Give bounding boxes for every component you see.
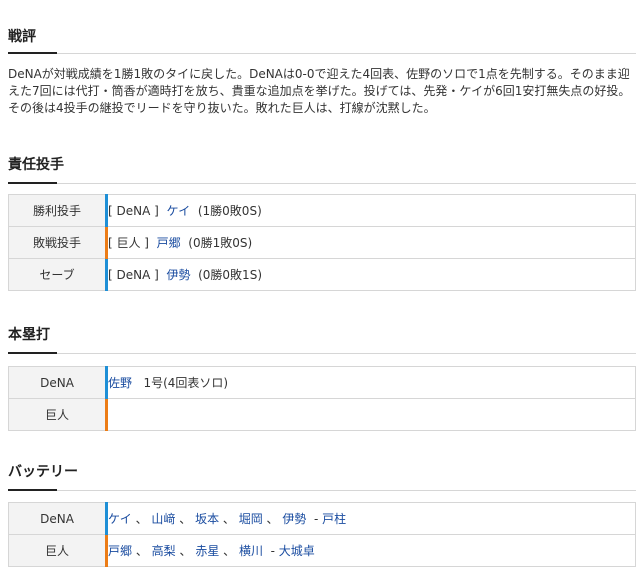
homerun-player-link[interactable]: 佐野 xyxy=(108,376,132,390)
winning-pitcher-value: [ DeNA ] ケイ (1勝0敗0S) xyxy=(106,194,636,227)
homerun-value-dena: 佐野 1号(4回表ソロ) xyxy=(106,366,636,399)
review-text: DeNAが対戦成績を1勝1敗のタイに戻した。DeNAは0-0で迎えた4回表、佐野… xyxy=(8,67,631,115)
homerun-team-label-dena: DeNA xyxy=(8,366,108,399)
save-pitcher-value: [ DeNA ] 伊勢 (0勝0敗1S) xyxy=(106,258,636,291)
battery-title-rule xyxy=(8,490,636,491)
pitcher-record: (0勝1敗0S) xyxy=(188,236,253,250)
battery-player-link[interactable]: 戸郷 xyxy=(108,544,132,558)
winning-pitcher-label: 勝利投手 xyxy=(8,194,108,227)
battery-table: DeNA ケイ 、 山﨑 、 坂本 、 堀岡 、 伊勢 - 戸柱 巨人 戸郷 、… xyxy=(8,502,636,567)
table-row: セーブ [ DeNA ] 伊勢 (0勝0敗1S) xyxy=(8,258,636,291)
battery-value-dena: ケイ 、 山﨑 、 坂本 、 堀岡 、 伊勢 - 戸柱 xyxy=(106,502,636,535)
battery-catcher-link[interactable]: 戸柱 xyxy=(322,512,346,526)
save-pitcher-label: セーブ xyxy=(8,258,108,291)
homeruns-title-underline xyxy=(8,352,57,354)
battery-player-link[interactable]: 堀岡 xyxy=(239,512,263,526)
pitchers-table: 勝利投手 [ DeNA ] ケイ (1勝0敗0S) 敗戦投手 [ 巨人 ] 戸郷… xyxy=(8,194,636,291)
team-tag: [ 巨人 ] xyxy=(108,236,149,250)
battery-player-link[interactable]: 高梨 xyxy=(152,544,176,558)
battery-title-underline xyxy=(8,489,57,491)
review-title: 戦評 xyxy=(8,29,36,45)
pitcher-record: (0勝0敗1S) xyxy=(198,268,262,282)
battery-value-giants: 戸郷 、 高梨 、 赤星 、 横川 - 大城卓 xyxy=(106,534,636,567)
review-title-underline xyxy=(8,52,57,54)
homerun-value-giants xyxy=(106,398,636,431)
battery-player-link[interactable]: 横川 xyxy=(239,544,263,558)
table-row: 敗戦投手 [ 巨人 ] 戸郷 (0勝1敗0S) xyxy=(8,226,636,259)
battery-catcher-link[interactable]: 大城卓 xyxy=(279,544,315,558)
pitchers-title-underline xyxy=(8,182,57,184)
battery-player-link[interactable]: 坂本 xyxy=(195,512,219,526)
table-row: 勝利投手 [ DeNA ] ケイ (1勝0敗0S) xyxy=(8,194,636,227)
winning-pitcher-link[interactable]: ケイ xyxy=(166,204,190,218)
team-tag: [ DeNA ] xyxy=(108,268,159,282)
pitchers-title: 責任投手 xyxy=(8,157,64,173)
table-row: 巨人 xyxy=(8,398,636,431)
table-row: DeNA ケイ 、 山﨑 、 坂本 、 堀岡 、 伊勢 - 戸柱 xyxy=(8,502,636,535)
table-row: DeNA 佐野 1号(4回表ソロ) xyxy=(8,366,636,399)
pitchers-title-rule xyxy=(8,183,636,184)
table-row: 巨人 戸郷 、 高梨 、 赤星 、 横川 - 大城卓 xyxy=(8,534,636,567)
homeruns-title: 本塁打 xyxy=(8,327,50,343)
homerun-detail: 1号(4回表ソロ) xyxy=(143,376,229,390)
homeruns-title-rule xyxy=(8,353,636,354)
homeruns-table: DeNA 佐野 1号(4回表ソロ) 巨人 xyxy=(8,366,636,431)
battery-player-link[interactable]: 赤星 xyxy=(195,544,219,558)
battery-player-link[interactable]: ケイ xyxy=(108,512,132,526)
pitcher-record: (1勝0敗0S) xyxy=(197,204,262,218)
losing-pitcher-value: [ 巨人 ] 戸郷 (0勝1敗0S) xyxy=(106,226,636,259)
battery-title: バッテリー xyxy=(8,464,78,480)
homerun-team-label-giants: 巨人 xyxy=(8,398,108,431)
battery-team-label-giants: 巨人 xyxy=(8,534,108,567)
battery-player-link[interactable]: 伊勢 xyxy=(282,512,306,526)
battery-team-label-dena: DeNA xyxy=(8,502,108,535)
review-title-rule xyxy=(8,53,636,54)
save-pitcher-link[interactable]: 伊勢 xyxy=(166,268,190,282)
battery-player-link[interactable]: 山﨑 xyxy=(151,512,175,526)
losing-pitcher-label: 敗戦投手 xyxy=(8,226,108,259)
losing-pitcher-link[interactable]: 戸郷 xyxy=(157,236,181,250)
team-tag: [ DeNA ] xyxy=(108,204,159,218)
